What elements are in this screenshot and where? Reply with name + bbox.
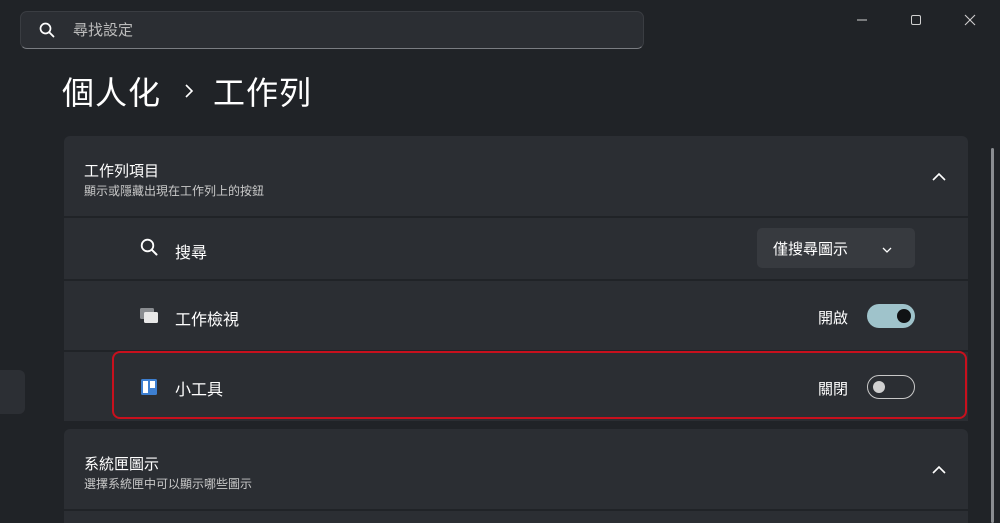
minimize-button[interactable]: [842, 8, 882, 32]
setting-row-widgets: 小工具 關閉: [64, 352, 968, 421]
widgets-toggle[interactable]: [867, 375, 915, 399]
setting-row-task-view: 工作檢視 開啟: [64, 281, 968, 350]
toggle-knob: [873, 381, 885, 393]
close-button[interactable]: [950, 8, 990, 32]
close-icon: [964, 11, 976, 30]
search-icon: [138, 236, 160, 258]
task-view-row-label: 工作檢視: [175, 310, 240, 329]
minimize-icon: [856, 11, 868, 30]
chevron-right-icon: [183, 83, 195, 99]
taskbar-items-title: 工作列項目: [84, 162, 160, 180]
maximize-icon: [910, 11, 922, 30]
chevron-up-icon[interactable]: [930, 167, 948, 185]
task-view-toggle[interactable]: [867, 304, 915, 328]
taskbar-items-subtitle: 顯示或隱藏出現在工作列上的按鈕: [84, 184, 265, 198]
search-box[interactable]: [20, 11, 644, 49]
breadcrumb-parent[interactable]: 個人化: [62, 68, 161, 114]
taskbar-items-header[interactable]: 工作列項目 顯示或隱藏出現在工作列上的按鈕: [64, 136, 968, 216]
settings-window: 個人化 工作列 工作列項目 顯示或隱藏出現在工作列上的按鈕 搜尋 僅搜尋圖示: [0, 0, 1000, 523]
sidebar-selected-item[interactable]: [0, 370, 25, 414]
system-tray-row: [64, 511, 968, 523]
system-tray-header[interactable]: 系統匣圖示 選擇系統匣中可以顯示哪些圖示: [64, 429, 968, 509]
widgets-row-label: 小工具: [175, 380, 224, 399]
search-row-label: 搜尋: [175, 243, 208, 262]
task-view-state-label: 開啟: [818, 309, 849, 327]
search-mode-dropdown[interactable]: 僅搜尋圖示: [757, 228, 915, 268]
widgets-icon: [138, 376, 160, 398]
scrollbar-thumb[interactable]: [991, 148, 994, 523]
system-tray-title: 系統匣圖示: [84, 455, 160, 473]
widgets-state-label: 關閉: [818, 380, 849, 398]
breadcrumb: 個人化 工作列: [62, 68, 312, 114]
chevron-down-icon: [881, 241, 895, 255]
system-tray-subtitle: 選擇系統匣中可以顯示哪些圖示: [84, 477, 253, 491]
page-title: 工作列: [213, 74, 313, 112]
maximize-button[interactable]: [896, 8, 936, 32]
toggle-knob: [897, 309, 911, 323]
dropdown-selected-value: 僅搜尋圖示: [773, 239, 849, 258]
task-view-icon: [138, 305, 160, 327]
search-icon: [37, 20, 57, 40]
search-input[interactable]: [71, 20, 575, 40]
chevron-up-icon[interactable]: [930, 460, 948, 478]
